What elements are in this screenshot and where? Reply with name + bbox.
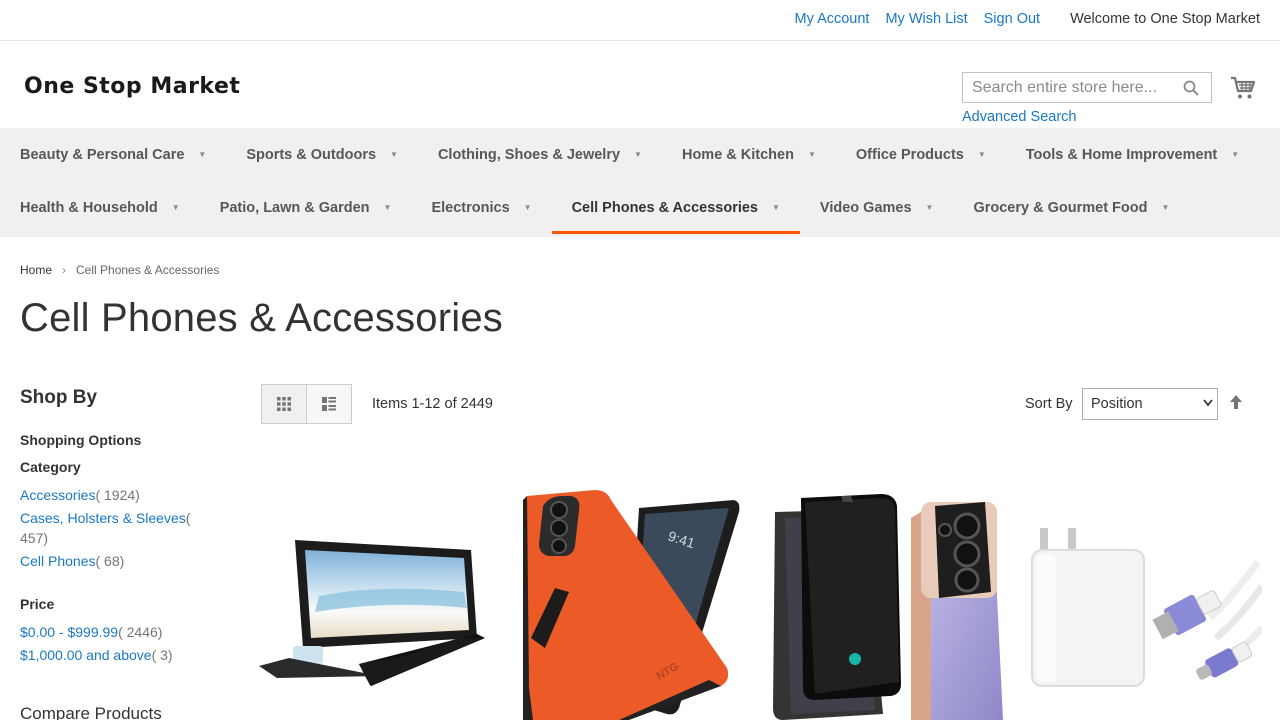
top-links: My Account My Wish List Sign Out Welcome… <box>779 11 1260 27</box>
list-view-icon <box>321 397 336 411</box>
breadcrumb-current: Cell Phones & Accessories <box>76 263 220 277</box>
chevron-down-icon: ▼ <box>925 203 934 212</box>
nav-row-2: Health & Household ▼ Patio, Lawn & Garden… <box>0 181 1189 234</box>
sign-out-link[interactable]: Sign Out <box>984 11 1040 27</box>
filter-label: Cases, Holsters & Sleeves <box>20 510 186 526</box>
product-photo <box>259 540 485 687</box>
chevron-down-icon: ▼ <box>383 203 392 212</box>
nav-item-grocery[interactable]: Grocery & Gourmet Food ▼ <box>953 181 1189 234</box>
filter-price-high[interactable]: $1,000.00 and above( 3) <box>20 647 173 663</box>
nav-item-label: Health & Household <box>20 199 158 216</box>
filter-item: $0.00 - $999.99( 2446) <box>20 622 200 642</box>
product-image-screen-protector[interactable] <box>771 488 1003 720</box>
compare-products-heading: Compare Products <box>20 704 162 720</box>
product-photo: 9:41 NTG <box>523 490 740 720</box>
nav-item-label: Grocery & Gourmet Food <box>973 199 1148 216</box>
nav-item-label: Electronics <box>431 199 510 216</box>
filter-cases[interactable]: Cases, Holsters & Sleeves( 457) <box>20 510 190 546</box>
chevron-down-icon: ▼ <box>634 150 642 159</box>
product-image-phone-case[interactable]: 9:41 NTG <box>509 488 741 720</box>
chevron-down-icon: ▼ <box>807 150 816 159</box>
filter-label: Accessories <box>20 487 96 503</box>
category-filter-list: Accessories( 1924) Cases, Holsters & Sle… <box>20 485 200 574</box>
price-filter-title[interactable]: Price <box>20 596 54 612</box>
nav-item-home-kitchen[interactable]: Home & Kitchen ▼ <box>662 128 836 181</box>
nav-item-electronics[interactable]: Electronics ▼ <box>411 181 551 234</box>
search-icon[interactable] <box>1183 80 1199 96</box>
search-box <box>962 72 1212 103</box>
top-bar: My Account My Wish List Sign Out Welcome… <box>0 0 1280 41</box>
breadcrumb: Home › Cell Phones & Accessories <box>20 263 219 277</box>
filter-label: Cell Phones <box>20 553 96 569</box>
chevron-down-icon: ▼ <box>1161 203 1170 212</box>
search-input[interactable] <box>963 73 1178 102</box>
shop-by-heading: Shop By <box>20 387 98 408</box>
chevron-down-icon: ▼ <box>390 150 398 159</box>
nav-item-label: Cell Phones & Accessories <box>571 199 758 216</box>
shopping-options-heading: Shopping Options <box>20 432 142 448</box>
product-photo <box>773 494 1003 720</box>
nav-item-label: Patio, Lawn & Garden <box>219 199 370 216</box>
filter-count: ( 3) <box>151 647 173 663</box>
advanced-search-link[interactable]: Advanced Search <box>962 109 1076 125</box>
product-image-magnifier[interactable] <box>259 488 491 720</box>
product-image-charger[interactable] <box>1030 488 1262 720</box>
items-count: Items 1-12 of 2449 <box>372 396 493 412</box>
nav-item-label: Home & Kitchen <box>681 146 794 163</box>
page-title: Cell Phones & Accessories <box>20 296 504 340</box>
nav-item-clothing[interactable]: Clothing, Shoes & Jewelry ▼ <box>418 128 662 181</box>
nav-item-label: Tools & Home Improvement <box>1025 146 1218 163</box>
list-view-button[interactable] <box>306 385 351 423</box>
nav-item-video-games[interactable]: Video Games ▼ <box>800 181 954 234</box>
store-logo[interactable]: One Stop Market <box>24 74 240 99</box>
my-account-link[interactable]: My Account <box>795 11 870 27</box>
filter-label: $1,000.00 and above <box>20 647 152 663</box>
chevron-down-icon: ▼ <box>198 150 207 159</box>
nav-item-office[interactable]: Office Products ▼ <box>836 128 1006 181</box>
nav-item-label: Beauty & Personal Care <box>20 146 185 163</box>
main-navigation: Beauty & Personal Care ▼ Sports & Outdoor… <box>0 128 1280 237</box>
filter-item: Accessories( 1924) <box>20 485 200 505</box>
cart-icon[interactable] <box>1230 76 1256 100</box>
chevron-down-icon: ▼ <box>977 150 986 159</box>
grid-view-icon <box>276 397 291 411</box>
sort-arrow-up-icon[interactable] <box>1229 394 1243 410</box>
view-mode-switcher <box>261 384 352 424</box>
product-photo <box>1031 528 1262 687</box>
chevron-down-icon: ▼ <box>523 203 532 212</box>
filter-count: ( 1924) <box>95 487 140 503</box>
sort-by-label: Sort By <box>1025 396 1073 412</box>
nav-item-label: Sports & Outdoors <box>246 146 377 163</box>
welcome-message: Welcome to One Stop Market <box>1070 11 1260 27</box>
price-filter-list: $0.00 - $999.99( 2446) $1,000.00 and abo… <box>20 622 200 668</box>
chevron-down-icon: ▼ <box>1231 150 1240 159</box>
chevron-down-icon: ▼ <box>171 203 180 212</box>
grid-view-button[interactable] <box>262 385 307 423</box>
filter-label: $0.00 - $999.99 <box>20 624 119 640</box>
nav-item-label: Office Products <box>855 146 964 163</box>
nav-item-sports[interactable]: Sports & Outdoors ▼ <box>226 128 418 181</box>
filter-cell-phones[interactable]: Cell Phones( 68) <box>20 553 124 569</box>
breadcrumb-home[interactable]: Home <box>20 263 52 277</box>
filter-count: ( 2446) <box>118 624 163 640</box>
filter-item: Cell Phones( 68) <box>20 551 200 571</box>
chevron-right-icon: › <box>62 263 67 277</box>
nav-item-health[interactable]: Health & Household ▼ <box>0 181 200 234</box>
nav-item-patio[interactable]: Patio, Lawn & Garden ▼ <box>200 181 412 234</box>
filter-item: $1,000.00 and above( 3) <box>20 645 200 665</box>
nav-item-beauty[interactable]: Beauty & Personal Care ▼ <box>0 128 226 181</box>
nav-item-label: Clothing, Shoes & Jewelry <box>437 146 621 163</box>
nav-item-label: Video Games <box>819 199 912 216</box>
filter-price-low[interactable]: $0.00 - $999.99( 2446) <box>20 624 162 640</box>
filter-accessories[interactable]: Accessories( 1924) <box>20 487 140 503</box>
nav-item-tools[interactable]: Tools & Home Improvement ▼ <box>1006 128 1259 181</box>
nav-item-cell-phones[interactable]: Cell Phones & Accessories ▼ <box>551 181 801 234</box>
filter-item: Cases, Holsters & Sleeves( 457) <box>20 508 200 548</box>
filter-count: ( 68) <box>95 553 125 569</box>
sort-select[interactable]: Position <box>1082 388 1218 420</box>
chevron-down-icon: ▼ <box>772 203 780 212</box>
nav-row-1: Beauty & Personal Care ▼ Sports & Outdoor… <box>0 128 1259 181</box>
category-filter-title[interactable]: Category <box>20 459 81 475</box>
wish-list-link[interactable]: My Wish List <box>885 11 967 27</box>
